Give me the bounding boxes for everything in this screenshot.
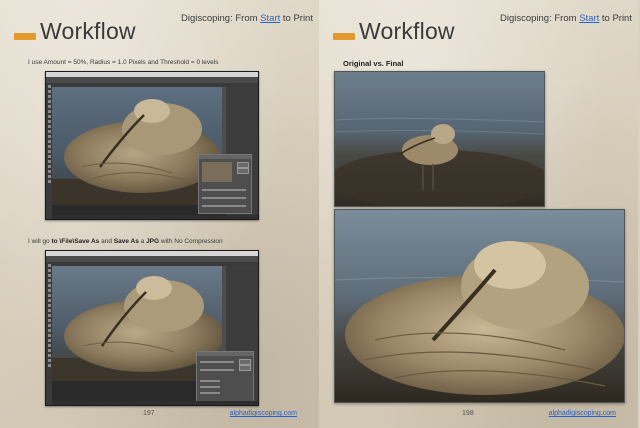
book-spread: Workflow Digiscoping: From Start to Prin…	[0, 0, 640, 428]
threshold-slider[interactable]	[202, 205, 246, 207]
dialog-titlebar	[199, 155, 251, 159]
caption-bold-saveas: Save As	[113, 238, 139, 245]
caption-sharpen-settings: I use Amount = 50%, Radius = 1.0 Pixels …	[28, 59, 219, 66]
bird-photo-canvas	[52, 87, 222, 205]
start-link[interactable]: Start	[260, 13, 280, 24]
series-title: Digiscoping: From Start to Print	[500, 13, 632, 24]
caption-bold-jpg: JPG	[146, 238, 160, 245]
radius-slider[interactable]	[202, 197, 246, 199]
quality-slider[interactable]	[200, 369, 234, 371]
final-photo	[334, 209, 625, 403]
caption-text-3: a	[138, 238, 147, 245]
series-suffix: to Print	[599, 13, 632, 24]
curlew-original-image	[335, 72, 544, 206]
quality-field[interactable]	[200, 361, 234, 363]
format-option-optimized[interactable]	[200, 386, 220, 388]
photoshop-screenshot-unsharp-mask	[45, 71, 259, 220]
comparison-caption: Original vs. Final	[343, 59, 404, 68]
footer-website-link[interactable]: alphadigiscoping.com	[230, 410, 297, 417]
format-option-progressive[interactable]	[200, 392, 220, 394]
series-prefix: Digiscoping: From	[180, 13, 261, 24]
dialog-preview	[202, 162, 232, 182]
caption-text-1: I will go	[28, 238, 52, 245]
series-suffix: to Print	[280, 13, 313, 24]
caption-text-2: and	[99, 238, 114, 245]
dialog-titlebar	[197, 352, 253, 356]
format-option-baseline[interactable]	[200, 380, 220, 382]
cancel-button[interactable]	[239, 365, 251, 371]
unsharp-mask-dialog	[198, 154, 252, 214]
caption-text-4: with No Compression	[159, 238, 223, 245]
footer-website-link[interactable]: alphadigiscoping.com	[549, 410, 616, 417]
series-title: Digiscoping: From Start to Print	[181, 13, 313, 24]
section-marker-icon	[333, 33, 355, 40]
left-page: Workflow Digiscoping: From Start to Prin…	[0, 0, 319, 428]
status-bar	[52, 401, 258, 405]
page-number: 198	[462, 410, 474, 417]
photoshop-screenshot-save-as	[45, 250, 259, 406]
page-number: 197	[143, 410, 155, 417]
original-photo	[334, 71, 545, 207]
right-page: Workflow Digiscoping: From Start to Prin…	[319, 0, 638, 428]
page-title: Workflow	[40, 18, 136, 44]
start-link[interactable]: Start	[579, 13, 599, 24]
curlew-image	[52, 87, 222, 205]
caption-bold-path: to \File\Save As	[51, 238, 100, 245]
status-bar	[52, 215, 258, 219]
section-marker-icon	[14, 33, 36, 40]
curlew-final-image	[335, 210, 624, 402]
caption-save-as: I will go to \File\Save As and Save As a…	[28, 238, 223, 245]
page-title: Workflow	[359, 18, 455, 44]
series-prefix: Digiscoping: From	[499, 13, 580, 24]
cancel-button[interactable]	[237, 168, 249, 174]
jpeg-options-dialog	[196, 351, 254, 403]
amount-slider[interactable]	[202, 189, 246, 191]
